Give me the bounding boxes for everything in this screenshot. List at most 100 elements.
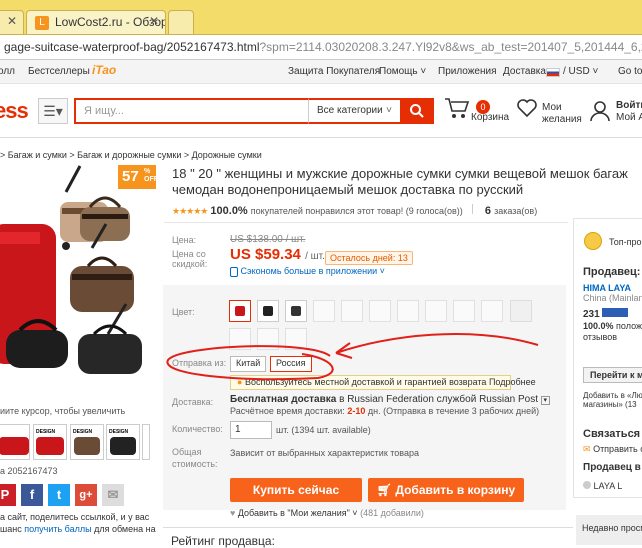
itao-logo[interactable]: iTao: [92, 63, 116, 77]
seller-panel: [573, 218, 642, 498]
close-icon[interactable]: ✕: [149, 14, 159, 28]
seller-online-heading: Продавец в с: [583, 462, 642, 473]
send-message-link[interactable]: ✉ Отправить с: [583, 444, 642, 455]
russia-flag-icon: [546, 68, 560, 77]
app-saving-link[interactable]: Сэкономь больше в приложении ˅: [230, 266, 385, 277]
share-text-1: а сайт, поделитесь ссылкой, и у вас: [0, 512, 149, 522]
more-link[interactable]: Подробнее: [489, 377, 536, 387]
color-swatch[interactable]: [285, 328, 307, 350]
address-bar[interactable]: gage-suitcase-waterproof-bag/2052167473.…: [0, 34, 642, 60]
close-icon[interactable]: ✕: [7, 14, 17, 28]
topnav-apps[interactable]: Приложения: [438, 66, 497, 77]
delivery-time-post: дн. (Отправка в течение 3 рабочих дней): [368, 406, 539, 416]
cart-icon[interactable]: [444, 96, 470, 124]
rating-percent: 100.0%: [210, 205, 247, 217]
get-points-link[interactable]: получить баллы: [24, 524, 91, 534]
buy-now-button[interactable]: Купить сейчас: [230, 478, 362, 502]
cart-label[interactable]: Корзина: [471, 112, 509, 124]
zoom-hint: иите курсор, чтобы увеличить: [0, 406, 125, 416]
color-swatch[interactable]: [481, 300, 503, 322]
discount-off: OFF: [144, 176, 158, 183]
add-fav-store-2[interactable]: магазины» (13: [583, 400, 642, 409]
delivery-time-value: 2-10: [347, 406, 365, 416]
color-swatch-black[interactable]: [257, 300, 279, 322]
seller-name-link[interactable]: HIMA LAYA: [583, 283, 642, 293]
chevron-down-icon[interactable]: ▾: [541, 396, 550, 405]
discount-unit: %: [144, 168, 150, 175]
phone-icon: [230, 267, 238, 277]
rating-text[interactable]: покупателей понравился этот товар! (9 го…: [251, 206, 463, 216]
thumbnail[interactable]: DESIGN: [106, 424, 140, 460]
product-main-image[interactable]: [0, 162, 148, 394]
twitter-icon[interactable]: t: [48, 484, 70, 506]
color-swatch[interactable]: [369, 300, 391, 322]
breadcrumb[interactable]: > Багаж и сумки > Багаж и дорожные сумки…: [0, 150, 262, 160]
seller-positive-label: положи: [616, 321, 642, 331]
color-swatch[interactable]: [510, 300, 532, 322]
pinterest-icon[interactable]: P: [0, 484, 16, 506]
category-select[interactable]: Все категории ˅: [308, 98, 400, 124]
color-swatch[interactable]: [229, 328, 251, 350]
recently-viewed[interactable]: Недавно просм: [576, 515, 642, 545]
local-delivery-tip-text: Воспользуйтесь местной доставкой и гаран…: [245, 377, 486, 387]
price-label: Цена:: [172, 235, 196, 245]
category-menu-button[interactable]: ☰▾: [38, 98, 68, 124]
days-left-badge: Осталось дней: 13: [325, 251, 413, 265]
user-icon[interactable]: [590, 100, 610, 126]
color-swatch[interactable]: [425, 300, 447, 322]
delivery-time: Расчётное время доставки: 2-10 дн. (Отпр…: [230, 406, 539, 416]
login-link[interactable]: ВойтиМой А: [616, 100, 642, 124]
topnav-go-global[interactable]: Go to G: [618, 66, 642, 77]
thumbnail[interactable]: [0, 424, 30, 460]
color-swatch[interactable]: [341, 300, 363, 322]
delivery-label: Доставка:: [172, 397, 213, 407]
tab-lowcost[interactable]: L LowCost2.ru - Обзор ✕: [26, 10, 166, 34]
wishlist-count: (481 добавили): [360, 508, 424, 518]
search-input[interactable]: Я ищу...: [74, 98, 308, 124]
color-swatch[interactable]: [453, 300, 475, 322]
product-title: 18 " 20 " женщины и мужские дорожные сум…: [172, 166, 642, 198]
email-share-icon[interactable]: ✉: [102, 484, 124, 506]
old-price: US $138.00 / шт.: [230, 234, 305, 245]
add-to-cart-button[interactable]: 🛒︎ Добавить в корзину: [368, 478, 524, 502]
topnav-bestsellers[interactable]: Бестселлеры: [28, 66, 90, 77]
add-to-wishlist-link[interactable]: ♥ Добавить в "Мои желания" ˅ (481 добави…: [230, 508, 424, 518]
thumbnail[interactable]: DESIGN: [33, 424, 67, 460]
total-label-2: стоимость:: [172, 459, 218, 469]
color-swatch[interactable]: [257, 328, 279, 350]
discount-price-label: Цена соскидкой:: [172, 249, 207, 269]
quantity-input[interactable]: 1: [230, 421, 272, 439]
send-message-label: Отправить с: [593, 444, 642, 454]
color-swatch[interactable]: [397, 300, 419, 322]
topnav-help[interactable]: Помощь ˅: [379, 66, 426, 77]
new-tab-button[interactable]: [168, 10, 194, 34]
ship-from-china-button[interactable]: Китай: [230, 356, 266, 372]
seller-contact-laya[interactable]: LAYA L: [583, 481, 642, 491]
thumb-label: DESIGN: [73, 429, 93, 435]
facebook-icon[interactable]: f: [21, 484, 43, 506]
go-to-store-button[interactable]: Перейти к ма: [583, 367, 642, 383]
topnav-currency[interactable]: / USD ˅: [563, 66, 598, 77]
thumbnail[interactable]: DESIGN: [70, 424, 104, 460]
color-swatch-black-2[interactable]: [285, 300, 307, 322]
add-fav-store-1[interactable]: Добавить в «Лю: [583, 391, 642, 400]
wishlist-label-1: Мои: [542, 102, 562, 113]
topnav-link[interactable]: олл: [0, 66, 15, 77]
tab-aliexpress[interactable]: ✕: [0, 10, 24, 34]
delivery-country[interactable]: Russian Federation службой Russian Post: [347, 394, 538, 405]
wishlist-link[interactable]: Моижелания: [542, 102, 582, 126]
mail-icon: ✉: [583, 444, 591, 454]
seller-rating-heading: Рейтинг продавца:: [163, 527, 573, 545]
ship-from-russia-button[interactable]: Россия: [270, 356, 312, 372]
heart-icon[interactable]: [516, 98, 538, 122]
topnav-buyer-protection[interactable]: Защита Покупателя: [288, 66, 380, 77]
status-dot-icon: [583, 481, 591, 489]
color-swatch-red[interactable]: [229, 300, 251, 322]
free-shipping-text: Бесплатная доставка: [230, 394, 336, 405]
aliexpress-logo[interactable]: ess: [0, 98, 28, 124]
thumbnail[interactable]: [142, 424, 150, 460]
color-swatch[interactable]: [313, 300, 335, 322]
google-plus-icon[interactable]: g+: [75, 484, 97, 506]
search-button[interactable]: [400, 98, 434, 124]
site-top-nav: олл Бестселлеры iTao Защита Покупателя П…: [0, 60, 642, 84]
